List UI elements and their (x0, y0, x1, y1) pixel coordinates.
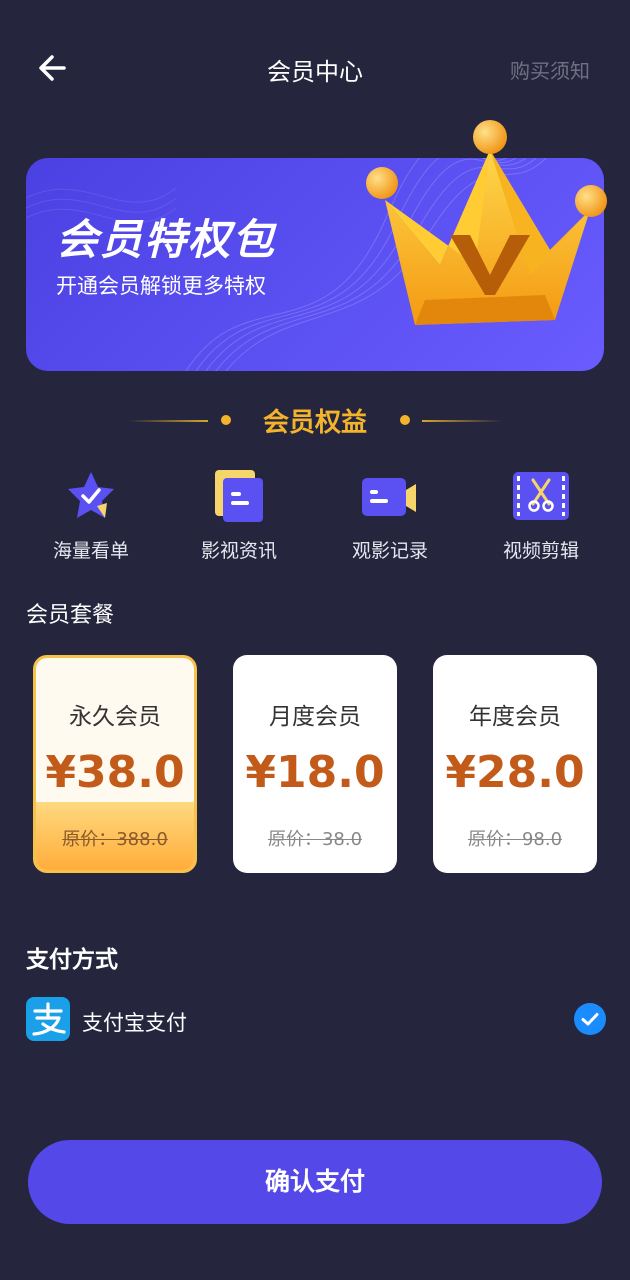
plan-card-yearly[interactable]: 年度会员 ¥28.0 原价：98.0 (433, 655, 597, 873)
plan-original-price: 原价：38.0 (267, 829, 363, 850)
news-card-icon (215, 470, 263, 522)
payment-method-label: 支付宝支付 (82, 1011, 187, 1035)
plan-name: 年度会员 (469, 704, 561, 730)
payment-title: 支付方式 (26, 947, 118, 973)
confirm-payment-button[interactable]: 确认支付 (28, 1140, 602, 1224)
benefit-label: 影视资讯 (200, 540, 277, 562)
purchase-notice-link[interactable]: 购买须知 (510, 55, 590, 84)
payment-option-alipay[interactable]: 支付宝支付 (26, 997, 606, 1041)
benefit-label: 视频剪辑 (502, 540, 579, 562)
crown-icon (366, 120, 607, 325)
plan-price: ¥28.0 (445, 747, 585, 798)
heading-line-right (422, 420, 502, 422)
plan-name: 月度会员 (269, 704, 361, 730)
plan-name: 永久会员 (69, 704, 161, 730)
benefit-label: 海量看单 (52, 540, 129, 562)
benefit-film-news[interactable]: 影视资讯 (169, 466, 309, 566)
banner-title: 会员特权包 (56, 215, 277, 264)
plan-card-lifetime[interactable]: 永久会员 ¥38.0 原价：388.0 (33, 655, 197, 873)
heading-dot-right (400, 415, 410, 425)
plan-original-price: 原价：388.0 (62, 829, 168, 850)
video-camera-icon (362, 478, 416, 516)
plans-title: 会员套餐 (26, 603, 115, 628)
benefit-massive-list[interactable]: 海量看单 (21, 466, 161, 566)
check-circle-icon[interactable] (574, 1003, 606, 1035)
film-scissors-icon (513, 472, 569, 520)
star-check-icon (68, 472, 114, 518)
alipay-icon (26, 997, 70, 1041)
plan-price: ¥38.0 (45, 747, 185, 798)
benefit-watch-history[interactable]: 观影记录 (320, 466, 460, 566)
plan-price: ¥18.0 (245, 747, 385, 798)
plan-card-monthly[interactable]: 月度会员 ¥18.0 原价：38.0 (233, 655, 397, 873)
benefits-heading: 会员权益 (262, 408, 367, 438)
banner-subtitle: 开通会员解锁更多特权 (56, 274, 266, 298)
plan-original-price: 原价：98.0 (467, 829, 563, 850)
benefit-label: 观影记录 (351, 540, 428, 562)
benefit-video-editing[interactable]: 视频剪辑 (471, 466, 611, 566)
